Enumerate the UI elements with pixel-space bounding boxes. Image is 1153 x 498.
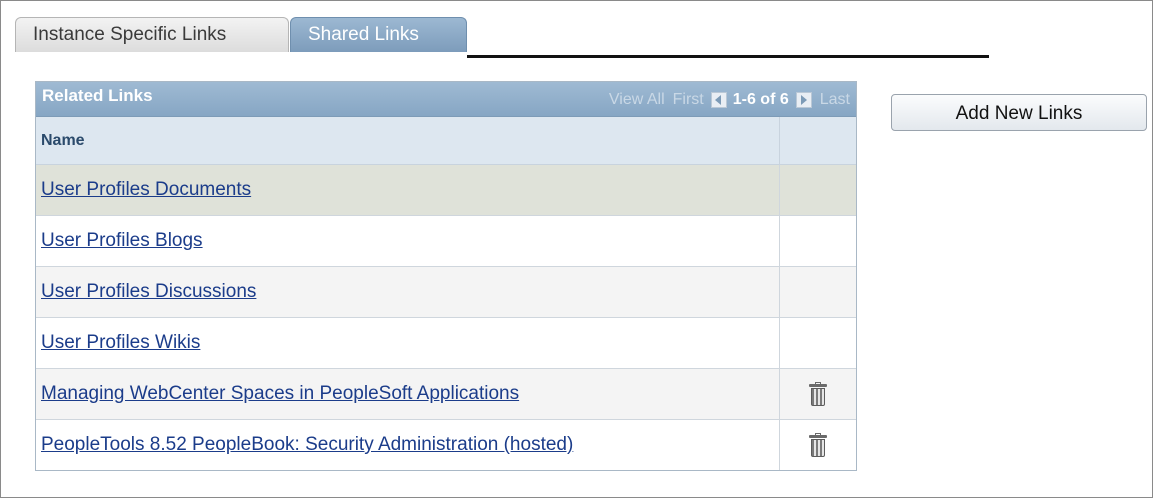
column-header-delete bbox=[779, 117, 856, 165]
table-row: PeopleTools 8.52 PeopleBook: Security Ad… bbox=[36, 419, 856, 470]
row-count: 1-6 of 6 bbox=[732, 91, 789, 108]
grid-header: Related Links View All First 1-6 of 6 La… bbox=[36, 82, 856, 117]
related-link[interactable]: User Profiles Blogs bbox=[41, 230, 203, 251]
related-link[interactable]: PeopleTools 8.52 PeopleBook: Security Ad… bbox=[41, 434, 573, 455]
link-cell: User Profiles Blogs bbox=[36, 215, 780, 267]
delete-cell bbox=[779, 215, 856, 267]
tab-divider bbox=[467, 55, 989, 58]
related-link[interactable]: User Profiles Documents bbox=[41, 179, 251, 200]
table-header-row: Name bbox=[36, 117, 856, 165]
related-link[interactable]: User Profiles Discussions bbox=[41, 281, 256, 302]
previous-page-icon[interactable] bbox=[710, 92, 727, 108]
next-page-icon[interactable] bbox=[795, 92, 812, 108]
last-link[interactable]: Last bbox=[820, 91, 850, 109]
tab-label: Instance Specific Links bbox=[33, 24, 227, 45]
delete-cell bbox=[779, 164, 856, 216]
link-cell: User Profiles Discussions bbox=[36, 266, 780, 318]
tab-instance-specific-links[interactable]: Instance Specific Links bbox=[15, 17, 289, 52]
table-row: User Profiles Discussions bbox=[36, 266, 856, 318]
links-table: Name User Profiles Documents User Profil… bbox=[36, 117, 856, 470]
link-cell: User Profiles Documents bbox=[36, 164, 780, 216]
related-links-grid: Related Links View All First 1-6 of 6 La… bbox=[35, 81, 857, 471]
link-cell: PeopleTools 8.52 PeopleBook: Security Ad… bbox=[36, 419, 780, 470]
add-new-links-button[interactable]: Add New Links bbox=[891, 94, 1147, 131]
delete-cell bbox=[779, 368, 856, 420]
tab-shared-links[interactable]: Shared Links bbox=[290, 17, 467, 52]
related-link[interactable]: Managing WebCenter Spaces in PeopleSoft … bbox=[41, 383, 519, 404]
delete-cell bbox=[779, 266, 856, 318]
tab-label: Shared Links bbox=[308, 24, 419, 45]
table-row: User Profiles Wikis bbox=[36, 317, 856, 369]
table-row: User Profiles Documents bbox=[36, 164, 856, 216]
link-cell: Managing WebCenter Spaces in PeopleSoft … bbox=[36, 368, 780, 420]
delete-cell bbox=[779, 419, 856, 470]
grid-navigation: View All First 1-6 of 6 Last bbox=[601, 91, 850, 109]
column-header-name: Name bbox=[36, 117, 780, 165]
first-link[interactable]: First bbox=[673, 91, 704, 109]
table-row: Managing WebCenter Spaces in PeopleSoft … bbox=[36, 368, 856, 420]
delete-cell bbox=[779, 317, 856, 369]
related-link[interactable]: User Profiles Wikis bbox=[41, 332, 200, 353]
trash-icon[interactable] bbox=[809, 382, 827, 406]
view-all-link[interactable]: View All bbox=[609, 91, 665, 109]
grid-title: Related Links bbox=[42, 86, 153, 105]
link-cell: User Profiles Wikis bbox=[36, 317, 780, 369]
table-row: User Profiles Blogs bbox=[36, 215, 856, 267]
trash-icon[interactable] bbox=[809, 433, 827, 457]
page-frame: Instance Specific Links Shared Links Rel… bbox=[0, 0, 1153, 498]
